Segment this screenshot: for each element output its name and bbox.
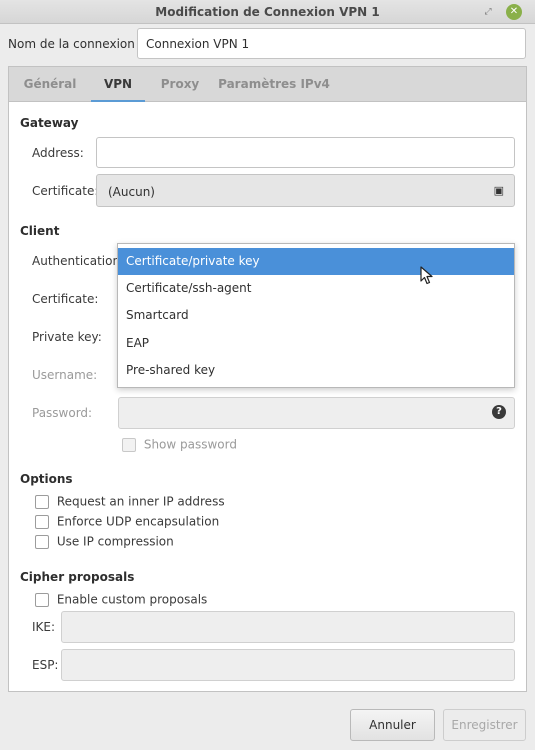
mouse-cursor-icon bbox=[420, 266, 433, 285]
authentication-label: Authentication: bbox=[32, 254, 125, 268]
connection-name-input[interactable]: Connexion VPN 1 bbox=[137, 28, 526, 59]
username-label: Username: bbox=[32, 368, 98, 382]
udp-encap-row[interactable]: Enforce UDP encapsulation bbox=[35, 514, 219, 530]
client-heading: Client bbox=[20, 224, 60, 238]
auth-option-cert-private-key[interactable]: Certificate/private key bbox=[118, 248, 514, 275]
authentication-dropdown[interactable]: Certificate/private key Certificate/ssh-… bbox=[117, 243, 515, 388]
gateway-certificate-label: Certificate: bbox=[32, 184, 99, 198]
options-heading: Options bbox=[20, 472, 73, 486]
file-open-icon[interactable]: ▣ bbox=[494, 184, 504, 197]
esp-label: ESP: bbox=[32, 658, 59, 672]
esp-input[interactable] bbox=[61, 649, 515, 681]
udp-encap-checkbox[interactable] bbox=[35, 514, 49, 529]
cipher-heading: Cipher proposals bbox=[20, 570, 135, 584]
ip-compression-label: Use IP compression bbox=[56, 534, 174, 549]
auth-option-eap[interactable]: EAP bbox=[118, 330, 514, 357]
show-password-label: Show password bbox=[143, 437, 237, 452]
restore-icon[interactable]: ⤢ bbox=[480, 4, 496, 20]
auth-option-psk[interactable]: Pre-shared key bbox=[118, 357, 514, 384]
window-title: Modification de Connexion VPN 1 bbox=[155, 5, 380, 19]
ike-label: IKE: bbox=[32, 620, 56, 634]
gateway-heading: Gateway bbox=[20, 116, 79, 130]
inner-ip-checkbox[interactable] bbox=[35, 494, 49, 509]
inner-ip-label: Request an inner IP address bbox=[56, 494, 225, 509]
tab-ipv4[interactable]: Paramètres IPv4 bbox=[215, 67, 333, 102]
tab-vpn[interactable]: VPN bbox=[91, 67, 145, 102]
client-certificate-label: Certificate: bbox=[32, 292, 99, 306]
gateway-certificate-chooser[interactable]: (Aucun) ▣ bbox=[96, 174, 515, 207]
address-input[interactable] bbox=[96, 137, 515, 168]
tab-bar: Général VPN Proxy Paramètres IPv4 bbox=[9, 67, 526, 102]
tab-general[interactable]: Général bbox=[18, 67, 82, 102]
custom-proposals-checkbox[interactable] bbox=[35, 592, 49, 607]
udp-encap-label: Enforce UDP encapsulation bbox=[56, 514, 220, 529]
show-password-checkbox[interactable] bbox=[122, 437, 136, 452]
address-label: Address: bbox=[32, 146, 84, 160]
connection-name-label: Nom de la connexion : bbox=[8, 37, 143, 51]
ip-compression-checkbox[interactable] bbox=[35, 534, 49, 549]
ip-compression-row[interactable]: Use IP compression bbox=[35, 534, 174, 550]
auth-option-smartcard[interactable]: Smartcard bbox=[118, 302, 514, 329]
custom-proposals-label: Enable custom proposals bbox=[56, 592, 208, 607]
cancel-button[interactable]: Annuler bbox=[350, 709, 435, 741]
inner-ip-row[interactable]: Request an inner IP address bbox=[35, 494, 225, 510]
title-bar: Modification de Connexion VPN 1 ⤢ ✕ bbox=[0, 0, 535, 24]
password-input[interactable]: ? bbox=[118, 397, 515, 429]
custom-proposals-row[interactable]: Enable custom proposals bbox=[35, 592, 207, 608]
ike-input[interactable] bbox=[61, 611, 515, 643]
tab-proxy[interactable]: Proxy bbox=[154, 67, 206, 102]
gateway-certificate-value: (Aucun) bbox=[108, 185, 155, 199]
save-button[interactable]: Enregistrer bbox=[443, 709, 526, 741]
private-key-label: Private key: bbox=[32, 330, 102, 344]
help-icon[interactable]: ? bbox=[492, 405, 506, 419]
close-icon[interactable]: ✕ bbox=[506, 4, 522, 20]
auth-option-cert-ssh-agent[interactable]: Certificate/ssh-agent bbox=[118, 275, 514, 302]
password-label: Password: bbox=[32, 406, 93, 420]
show-password-row[interactable]: Show password bbox=[122, 437, 237, 453]
